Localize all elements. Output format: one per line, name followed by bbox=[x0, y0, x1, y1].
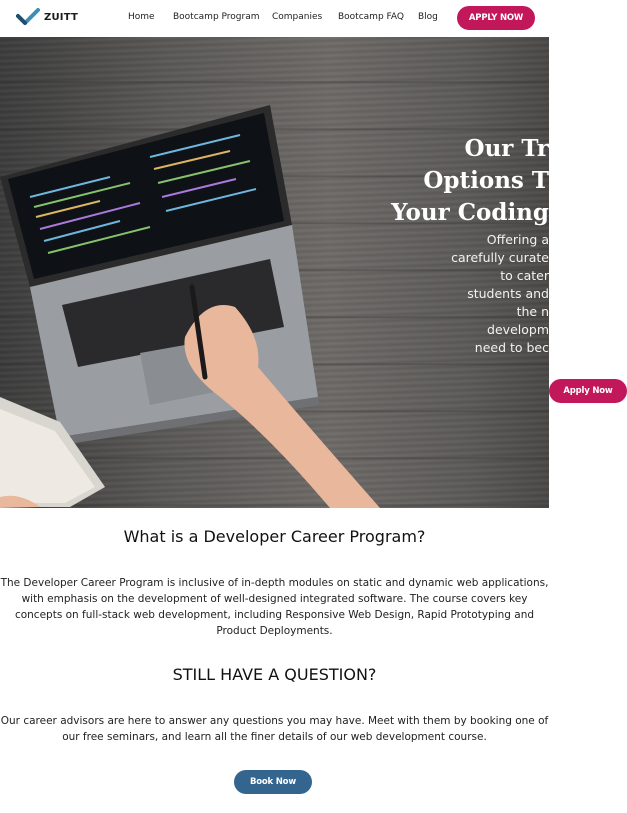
nav-companies[interactable]: Companies bbox=[272, 12, 322, 22]
zuitt-logo-icon bbox=[16, 8, 40, 25]
program-desc-line: with emphasis on the development of well… bbox=[21, 593, 528, 605]
hero-title-line: Our Tr bbox=[464, 135, 549, 162]
nav-home[interactable]: Home bbox=[128, 12, 155, 22]
question-heading: STILL HAVE A QUESTION? bbox=[172, 665, 377, 684]
hero-desc-line: need to bec bbox=[474, 340, 549, 355]
hero-desc-line: the n bbox=[516, 304, 549, 319]
question-description: Our career advisors are here to answer a… bbox=[0, 713, 549, 745]
program-description: The Developer Career Program is inclusiv… bbox=[0, 575, 549, 639]
apply-now-button[interactable]: APPLY NOW bbox=[457, 6, 535, 30]
hero-desc-line: Offering a bbox=[486, 232, 549, 247]
hero-banner: Our Tr Options T Your Coding Offering a … bbox=[0, 37, 549, 508]
book-now-button[interactable]: Book Now bbox=[234, 770, 312, 794]
site-header: ZUITT Home Bootcamp Program Companies Bo… bbox=[0, 0, 627, 37]
program-desc-line: The Developer Career Program is inclusiv… bbox=[0, 577, 549, 589]
logo-text: ZUITT bbox=[44, 11, 78, 23]
program-desc-line: concepts on full-stack web development, … bbox=[14, 609, 535, 621]
question-desc-line: our free seminars, and learn all the fin… bbox=[62, 731, 487, 743]
hero-desc-line: developm bbox=[487, 322, 549, 337]
hero-title-line: Your Coding bbox=[391, 199, 549, 226]
nav-blog[interactable]: Blog bbox=[418, 12, 438, 22]
program-heading: What is a Developer Career Program? bbox=[123, 527, 426, 546]
hero-desc-line: students and bbox=[467, 286, 549, 301]
zuitt-logo[interactable]: ZUITT bbox=[16, 8, 78, 26]
hero-description: Offering a carefully curate to cater stu… bbox=[369, 231, 549, 357]
hero-desc-line: to cater bbox=[500, 268, 549, 283]
hero-apply-now-button[interactable]: Apply Now bbox=[549, 379, 627, 403]
nav-bootcamp-program[interactable]: Bootcamp Program bbox=[173, 12, 260, 22]
hero-title-line: Options T bbox=[423, 167, 549, 194]
program-desc-line: Product Deployments. bbox=[216, 625, 333, 637]
hero-title: Our Tr Options T Your Coding bbox=[349, 133, 549, 229]
question-desc-line: Our career advisors are here to answer a… bbox=[0, 715, 549, 727]
nav-bootcamp-faq[interactable]: Bootcamp FAQ bbox=[338, 12, 404, 22]
hero-desc-line: carefully curate bbox=[451, 250, 549, 265]
